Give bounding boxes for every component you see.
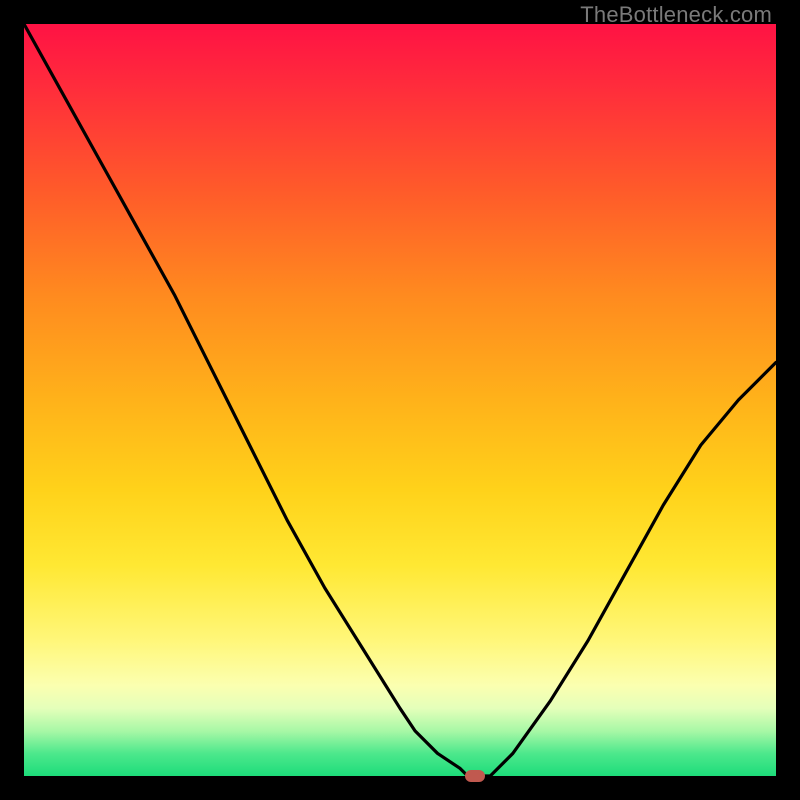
chart-frame: TheBottleneck.com [0, 0, 800, 800]
bottleneck-curve [24, 24, 776, 776]
optimum-marker [465, 770, 485, 782]
plot-area [24, 24, 776, 776]
curve-line [24, 24, 776, 776]
